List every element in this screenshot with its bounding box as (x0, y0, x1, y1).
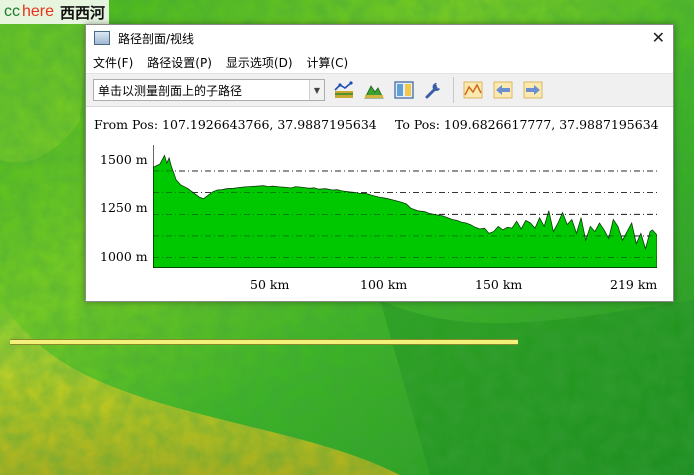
elevation-area (153, 154, 657, 268)
measure-mode-value: 单击以测量剖面上的子路径 (98, 83, 243, 98)
close-button[interactable]: ✕ (652, 28, 665, 47)
x-tick-100km: 100 km (360, 277, 408, 292)
from-position: From Pos: 107.1926643766, 37.9887195634 (94, 117, 377, 132)
y-tick-1000: 1000 m (100, 249, 148, 264)
split-view-icon[interactable] (393, 79, 415, 101)
elevation-profile-chart[interactable]: From Pos: 107.1926643766, 37.9887195634 … (86, 107, 673, 301)
logo-xixihe: 西西河 (60, 3, 106, 22)
to-value: 109.6826617777, 37.9887195634 (443, 117, 659, 132)
profile-plot-area[interactable] (153, 145, 657, 268)
menu-path-settings[interactable]: 路径设置(P) (147, 54, 212, 71)
y-tick-1500: 1500 m (100, 152, 148, 167)
x-tick-219km: 219 km (610, 277, 658, 292)
step-forward-icon[interactable] (522, 79, 544, 101)
logo-cc: cc (4, 3, 20, 20)
toolbar-separator (453, 77, 454, 103)
site-logo: cc here 西西河 (0, 0, 110, 24)
logo-here: here (22, 3, 55, 20)
window-title: 路径剖面/视线 (118, 31, 195, 46)
menu-display-options[interactable]: 显示选项(D) (226, 54, 293, 71)
menu-file[interactable]: 文件(F) (93, 54, 133, 71)
toolbar: 单击以测量剖面上的子路径 ▼ (86, 73, 673, 107)
measure-mode-select[interactable]: 单击以测量剖面上的子路径 ▼ (93, 79, 325, 101)
from-label: From Pos: (94, 117, 159, 132)
from-value: 107.1926643766, 37.9887195634 (162, 117, 377, 132)
step-back-icon[interactable] (492, 79, 514, 101)
title-bar[interactable]: 路径剖面/视线 ✕ (86, 25, 673, 51)
menu-calculate[interactable]: 计算(C) (307, 54, 349, 71)
wrench-icon[interactable] (423, 79, 445, 101)
to-label: To Pos: (395, 117, 440, 132)
profile-window: 路径剖面/视线 ✕ 文件(F) 路径设置(P) 显示选项(D) 计算(C) 单击… (85, 24, 674, 302)
profile-settings-icon[interactable] (333, 79, 355, 101)
profile-line-icon[interactable] (462, 79, 484, 101)
chevron-down-icon[interactable]: ▼ (309, 80, 324, 100)
profile-path-line[interactable] (10, 339, 518, 345)
app-icon (94, 31, 110, 45)
x-tick-150km: 150 km (475, 277, 523, 292)
terrain-icon[interactable] (363, 79, 385, 101)
menu-bar: 文件(F) 路径设置(P) 显示选项(D) 计算(C) (86, 51, 673, 73)
x-tick-50km: 50 km (250, 277, 290, 292)
y-tick-1250: 1250 m (100, 200, 148, 215)
to-position: To Pos: 109.6826617777, 37.9887195634 (395, 117, 659, 132)
